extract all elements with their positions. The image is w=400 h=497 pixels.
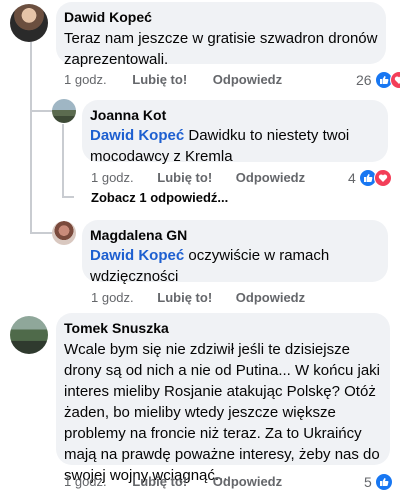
thread-line-main (30, 38, 32, 232)
reaction-count: 4 (348, 170, 356, 186)
reply-button[interactable]: Odpowiedz (213, 474, 282, 489)
comment-text: Dawid Kopeć oczywiście w ramach wdzięczn… (90, 245, 380, 287)
thread-line-branch-1 (30, 110, 54, 112)
reply-button[interactable]: Odpowiedz (236, 170, 305, 185)
view-replies-link[interactable]: Zobacz 1 odpowiedź... (91, 190, 228, 205)
love-icon (389, 71, 400, 89)
avatar[interactable] (52, 99, 76, 123)
comment-meta: 1 godz. Lubię to! Odpowiedz (64, 72, 282, 87)
thread-line-branch-3 (30, 232, 54, 234)
mention-link[interactable]: Dawid Kopeć (90, 247, 184, 264)
comment-text: Wcale bym się nie zdziwił jeśli te dzisi… (64, 341, 381, 484)
comment-bubble: Tomek Snuszka Wcale bym się nie zdziwił … (56, 313, 390, 484)
reaction-summary[interactable]: 4 (348, 169, 392, 187)
like-button[interactable]: Lubię to! (157, 170, 212, 185)
reaction-count: 26 (356, 72, 372, 88)
reaction-summary[interactable]: 26 (356, 71, 400, 89)
reaction-summary[interactable]: 5 (364, 473, 393, 491)
comment-time[interactable]: 1 godz. (91, 290, 134, 305)
love-icon (373, 169, 392, 187)
comment-bubble: Joanna Kot Dawid Kopeć Dawidku to nieste… (82, 100, 388, 165)
thread-line-reply-1 (62, 124, 64, 196)
avatar[interactable] (52, 221, 76, 245)
comment-author[interactable]: Joanna Kot (90, 106, 380, 124)
reply-button[interactable]: Odpowiedz (236, 290, 305, 305)
comment-time[interactable]: 1 godz. (91, 170, 134, 185)
comment-time[interactable]: 1 godz. (64, 474, 107, 489)
mention-link[interactable]: Dawid Kopeć (90, 127, 184, 144)
reaction-count: 5 (364, 474, 372, 490)
comment-meta: 1 godz. Lubię to! Odpowiedz (91, 170, 305, 185)
comment-author[interactable]: Tomek Snuszka (64, 319, 382, 337)
comment-author[interactable]: Dawid Kopeć (64, 8, 378, 26)
comment-text: Dawid Kopeć Dawidku to niestety twoi moc… (90, 125, 380, 167)
comment-author[interactable]: Magdalena GN (90, 226, 380, 244)
like-icon (374, 473, 393, 491)
avatar[interactable] (10, 316, 48, 354)
comment-meta: 1 godz. Lubię to! Odpowiedz (64, 474, 282, 489)
comment-bubble: Magdalena GN Dawid Kopeć oczywiście w ra… (82, 220, 388, 285)
comment-text: Teraz nam jeszcze w gratisie szwadron dr… (64, 30, 378, 68)
thread-line-branch-2 (62, 196, 74, 198)
avatar[interactable] (10, 4, 48, 42)
like-button[interactable]: Lubię to! (132, 72, 187, 87)
like-button[interactable]: Lubię to! (157, 290, 212, 305)
comment-bubble: Dawid Kopeć Teraz nam jeszcze w gratisie… (56, 2, 386, 68)
reply-button[interactable]: Odpowiedz (213, 72, 282, 87)
comment-time[interactable]: 1 godz. (64, 72, 107, 87)
like-button[interactable]: Lubię to! (132, 474, 187, 489)
comment-meta: 1 godz. Lubię to! Odpowiedz (91, 290, 305, 305)
